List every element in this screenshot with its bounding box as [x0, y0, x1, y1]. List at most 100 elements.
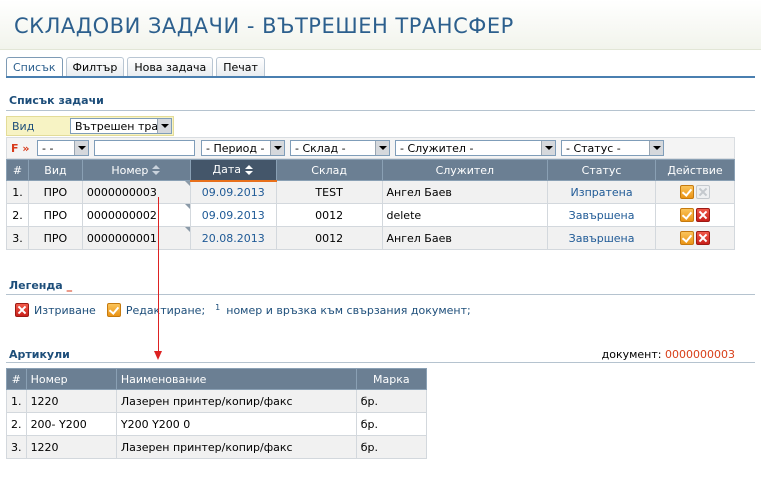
- row-type: ПРО: [27, 226, 83, 250]
- col-date[interactable]: Дата: [189, 159, 277, 182]
- sort-icon: [245, 164, 254, 176]
- row-employee: Ангел Баев: [381, 226, 549, 250]
- row-number: 200- Y200: [25, 412, 117, 436]
- filter-warehouse-value: - Склад -: [295, 142, 346, 155]
- page-title: СКЛАДОВИ ЗАДАЧИ - ВЪТРЕШЕН ТРАНСФЕР: [14, 14, 514, 38]
- legend-toggle[interactable]: _: [67, 279, 73, 292]
- divider: [6, 110, 755, 111]
- legend-sup: 1: [215, 302, 221, 312]
- chevron-down-icon: [270, 141, 284, 155]
- delete-disabled-icon: [696, 185, 710, 199]
- col-status: Статус: [547, 159, 657, 181]
- articles-table-header: # Номер Наименование Марка: [6, 368, 428, 390]
- date-link[interactable]: 09.09.2013: [202, 209, 265, 222]
- col-employee: Служител: [381, 159, 549, 181]
- row-actions: [655, 180, 735, 204]
- row-type: ПРО: [27, 203, 83, 227]
- col-index: #: [6, 159, 29, 181]
- filter-employee-value: - Служител -: [400, 142, 474, 155]
- filter-warehouse-select[interactable]: - Склад -: [290, 140, 390, 156]
- row-unit: бр.: [355, 435, 428, 459]
- filter-employee-select[interactable]: - Служител -: [395, 140, 556, 156]
- row-type: ПРО: [27, 180, 83, 204]
- row-employee: delete: [381, 203, 549, 227]
- edit-icon[interactable]: [680, 208, 694, 222]
- col-number-label: Номер: [111, 163, 149, 177]
- legend-note: номер и връзка към свързания документ;: [226, 303, 471, 317]
- row-number[interactable]: 0000000001: [81, 226, 191, 250]
- row-status: Завършена: [547, 203, 657, 227]
- filter-type-value: - -: [42, 142, 54, 155]
- row-unit: бр.: [355, 389, 428, 413]
- tab-bar: Списък Филтър Нова задача Печат: [6, 57, 268, 78]
- col-number[interactable]: Номер: [81, 159, 191, 181]
- row-name: Лазерен принтер/копир/факс: [115, 435, 357, 459]
- legend-heading: Легенда _: [9, 279, 72, 292]
- col-index: #: [6, 368, 27, 390]
- row-number: 1220: [25, 435, 117, 459]
- col-actions: Действие: [655, 159, 735, 181]
- articles-table: # Номер Наименование Марка 1. 1220 Лазер…: [6, 368, 428, 459]
- chevron-down-icon: [74, 141, 88, 155]
- document-label: документ:: [601, 348, 662, 361]
- status-link[interactable]: Завършена: [569, 232, 635, 245]
- table-row: 3. ПРО 0000000001 20.08.2013 0012 Ангел …: [6, 226, 735, 250]
- divider: [6, 362, 755, 363]
- tab-underline: [6, 76, 755, 78]
- table-row: 1. 1220 Лазерен принтер/копир/факс бр.: [6, 389, 428, 413]
- edit-icon[interactable]: [680, 185, 694, 199]
- date-link[interactable]: 09.09.2013: [202, 186, 265, 199]
- tab-new-task[interactable]: Нова задача: [127, 57, 214, 77]
- type-label: Вид: [12, 120, 35, 133]
- row-unit: бр.: [355, 412, 428, 436]
- row-number: 1220: [25, 389, 117, 413]
- col-warehouse: Склад: [275, 159, 383, 181]
- delete-icon: [15, 303, 29, 317]
- tab-list[interactable]: Списък: [6, 57, 63, 78]
- legend-heading-label: Легенда: [9, 279, 63, 292]
- row-number[interactable]: 0000000002: [81, 203, 191, 227]
- table-row: 1. ПРО 0000000003 09.09.2013 TEST Ангел …: [6, 180, 735, 204]
- task-table: # Вид Номер Дата Склад Служител Статус Д…: [6, 159, 735, 250]
- delete-icon[interactable]: [696, 208, 710, 222]
- edit-icon[interactable]: [680, 231, 694, 245]
- row-actions: [655, 226, 735, 250]
- status-link[interactable]: Изпратена: [571, 186, 633, 199]
- filter-row: F » - - - Период - - Склад - - Служител …: [6, 137, 735, 159]
- col-date-label: Дата: [212, 163, 241, 177]
- date-link[interactable]: 20.08.2013: [202, 232, 265, 245]
- type-select-value: Вътрешен тран: [75, 120, 166, 133]
- row-name: Лазерен принтер/копир/факс: [115, 389, 357, 413]
- chevron-down-icon: [157, 119, 171, 133]
- task-table-header: # Вид Номер Дата Склад Служител Статус Д…: [6, 159, 735, 182]
- table-row: 2. 200- Y200 Y200 Y200 0 бр.: [6, 412, 428, 436]
- row-employee: Ангел Баев: [381, 180, 549, 204]
- row-index: 1.: [6, 180, 29, 204]
- filter-period-value: - Период -: [206, 142, 265, 155]
- task-list-heading: Списък задачи: [9, 94, 104, 107]
- tab-print[interactable]: Печат: [216, 57, 265, 77]
- row-number[interactable]: 0000000003: [81, 180, 191, 204]
- row-index: 2.: [6, 412, 27, 436]
- legend-edit-label: Редактиране;: [125, 303, 206, 317]
- table-row: 2. ПРО 0000000002 09.09.2013 0012 delete…: [6, 203, 735, 227]
- document-reference: документ: 0000000003: [602, 348, 735, 361]
- annotation-arrow-head: [154, 351, 162, 360]
- delete-icon[interactable]: [696, 231, 710, 245]
- row-warehouse: 0012: [275, 226, 383, 250]
- legend: Изтриване Редактиране; 1 номер и връзка …: [14, 303, 481, 317]
- status-link[interactable]: Завършена: [569, 209, 635, 222]
- sort-icon: [152, 165, 161, 176]
- chevron-down-icon: [649, 141, 663, 155]
- articles-heading: Артикули: [9, 348, 70, 361]
- col-name: Наименование: [115, 368, 357, 390]
- type-select[interactable]: Вътрешен тран: [70, 118, 172, 134]
- row-status: Изпратена: [547, 180, 657, 204]
- filter-number-input[interactable]: [94, 140, 195, 156]
- filter-status-select[interactable]: - Статус -: [561, 140, 664, 156]
- row-index: 3.: [6, 226, 29, 250]
- filter-period-select[interactable]: - Период -: [201, 140, 285, 156]
- tab-filter[interactable]: Филтър: [65, 57, 125, 77]
- row-index: 3.: [6, 435, 27, 459]
- filter-type-select[interactable]: - -: [37, 140, 89, 156]
